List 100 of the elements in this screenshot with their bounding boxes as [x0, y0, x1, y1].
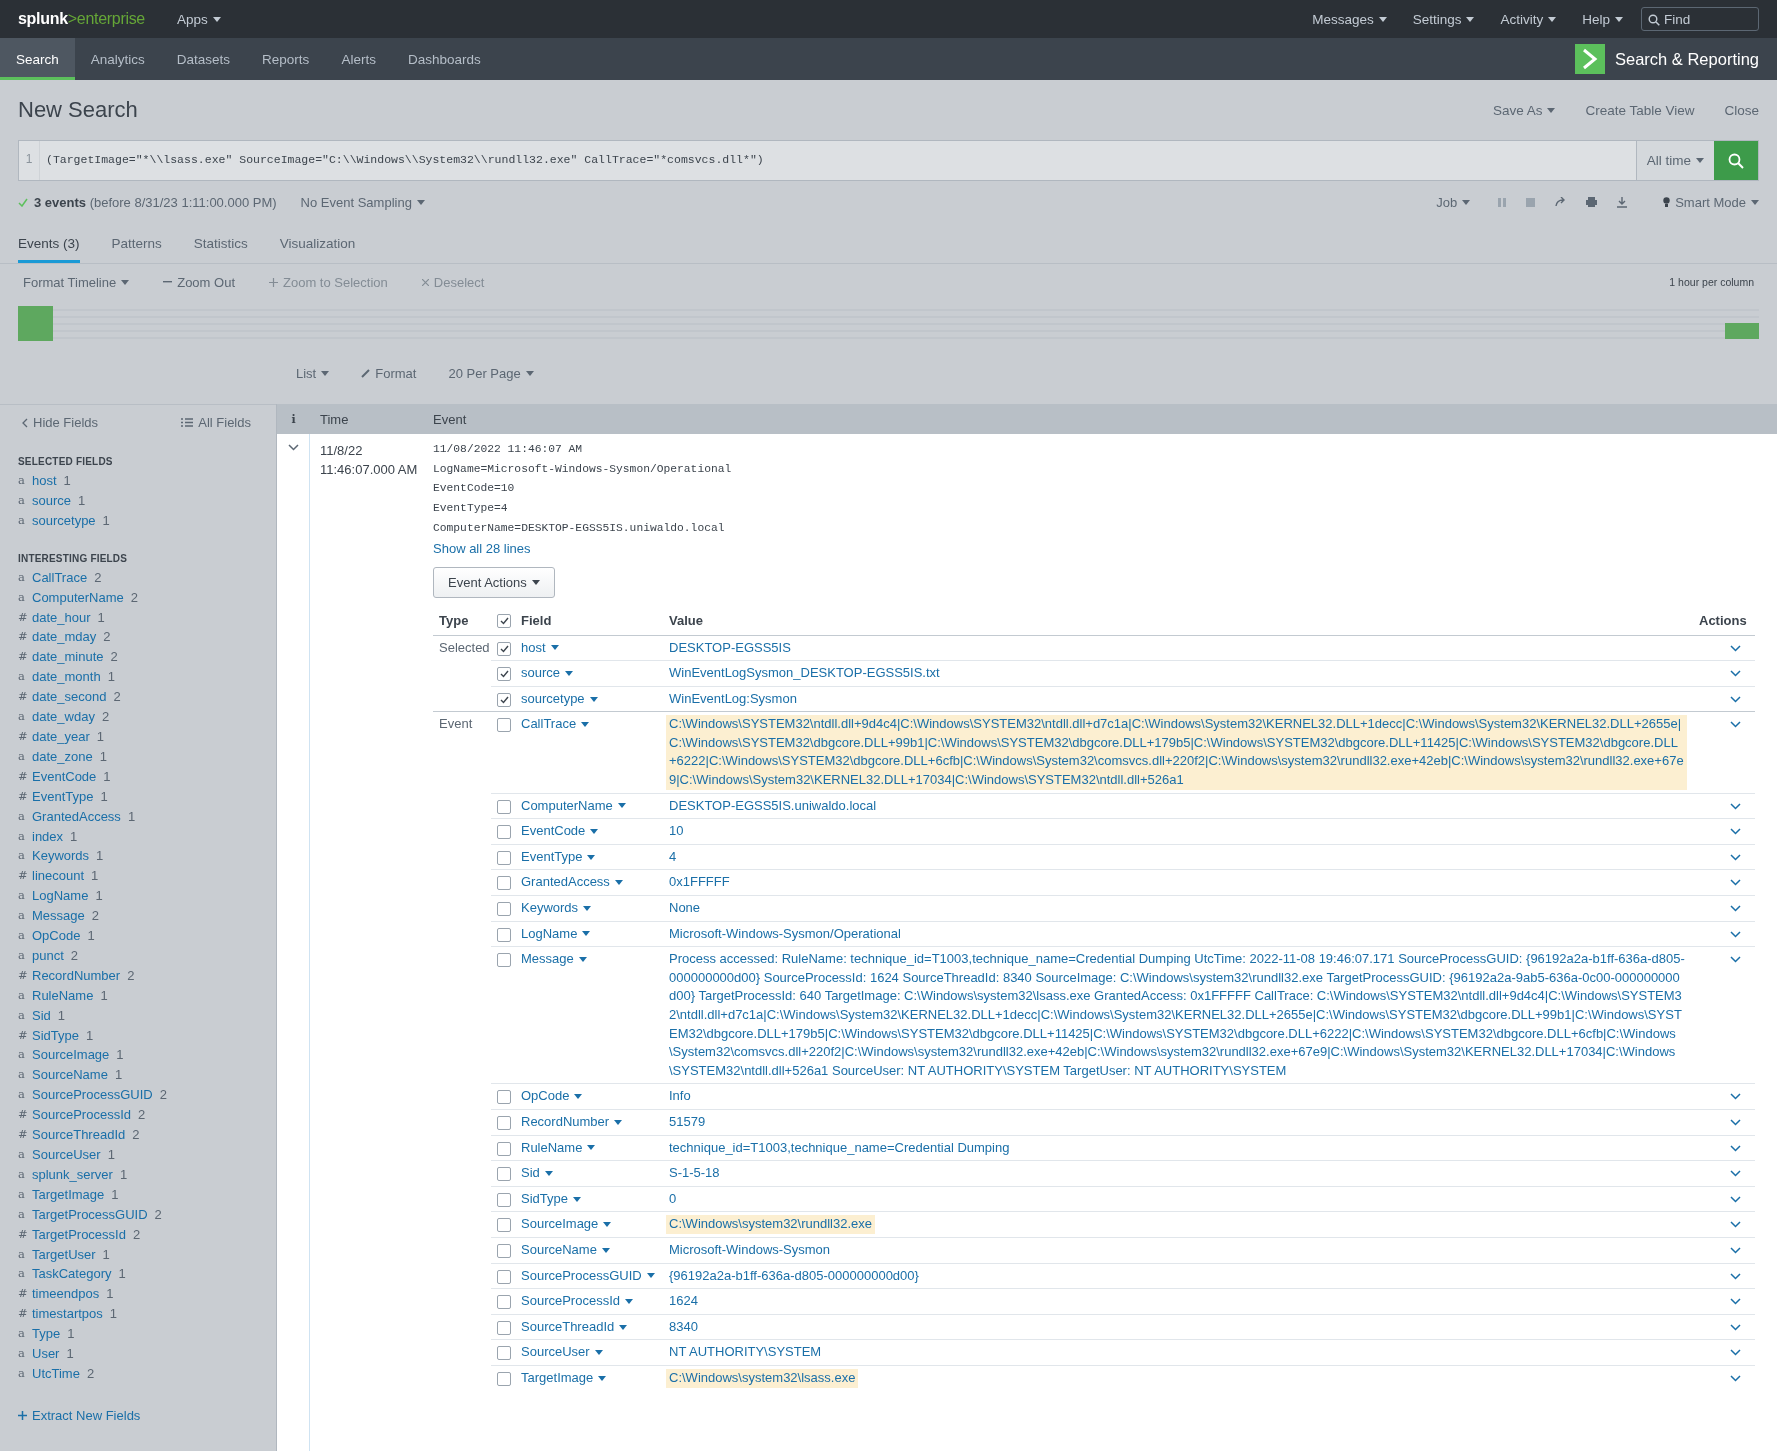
field-value[interactable]: S-1-5-18	[669, 1164, 720, 1183]
download-icon[interactable]	[1617, 196, 1628, 208]
field-link[interactable]: TaskCategory	[32, 1264, 112, 1285]
checkbox[interactable]	[497, 1116, 511, 1130]
job-menu[interactable]: Job	[1436, 194, 1471, 210]
results-tab[interactable]: Visualization	[279, 223, 356, 263]
field-name-menu[interactable]: host	[521, 638, 559, 658]
field-value[interactable]: 4	[669, 847, 677, 867]
field-value[interactable]: DESKTOP-EGSS5IS	[669, 638, 791, 658]
field-link[interactable]: date_zone	[32, 746, 93, 767]
field-value[interactable]: Info	[669, 1087, 691, 1106]
field-name-menu[interactable]: Message	[521, 950, 587, 969]
field-link[interactable]: source	[32, 490, 72, 511]
field-link[interactable]: sourcetype	[32, 510, 96, 531]
checkbox[interactable]	[497, 667, 511, 682]
chevron-down-icon[interactable]	[1730, 956, 1741, 964]
field-value[interactable]: 8340	[669, 1317, 698, 1337]
checkbox[interactable]	[497, 902, 511, 917]
field-value[interactable]: 0x1FFFFF	[669, 873, 730, 893]
field-value[interactable]: DESKTOP-EGSS5IS.uniwaldo.local	[669, 796, 877, 816]
checkbox[interactable]	[497, 1218, 511, 1233]
checkbox[interactable]	[497, 1320, 511, 1335]
chevron-down-icon[interactable]	[1730, 905, 1741, 913]
chevron-down-icon[interactable]	[1730, 695, 1741, 703]
field-link[interactable]: date_wday	[32, 707, 95, 727]
splunk-logo[interactable]: splunk>enterprise	[18, 10, 145, 28]
nav-tab[interactable]: Analytics	[74, 38, 161, 80]
field-link[interactable]: RuleName	[32, 985, 94, 1006]
field-link[interactable]: TargetProcessGUID	[32, 1204, 148, 1225]
chevron-down-icon[interactable]	[1730, 721, 1741, 729]
search-mode-dropdown[interactable]: Smart Mode	[1663, 194, 1759, 210]
checkbox[interactable]	[497, 799, 511, 814]
checkbox[interactable]	[497, 718, 511, 733]
event-actions-button[interactable]: Event Actions	[433, 566, 555, 598]
chevron-down-icon[interactable]	[1730, 1170, 1741, 1178]
chevron-down-icon[interactable]	[1730, 1349, 1741, 1357]
chevron-down-icon[interactable]	[1730, 1221, 1741, 1229]
field-value[interactable]: Microsoft-Windows-Sysmon	[669, 1240, 831, 1260]
header-action[interactable]: Save As	[1492, 102, 1556, 118]
checkbox[interactable]	[497, 1243, 511, 1258]
field-link[interactable]: SourceName	[32, 1065, 108, 1086]
format-timeline-menu[interactable]: Format Timeline	[23, 274, 130, 290]
field-value[interactable]: WinEventLog:Sysmon	[669, 689, 797, 709]
nav-tab[interactable]: Datasets	[160, 38, 247, 80]
field-name-menu[interactable]: ComputerName	[521, 796, 626, 816]
field-link[interactable]: OpCode	[32, 926, 81, 946]
nav-tab[interactable]: Dashboards	[391, 38, 497, 80]
print-icon[interactable]	[1586, 197, 1598, 207]
field-link[interactable]: EventType	[32, 786, 94, 807]
field-link[interactable]: date_mday	[32, 627, 97, 648]
field-name-menu[interactable]: CallTrace	[521, 715, 590, 734]
chevron-down-icon[interactable]	[1730, 644, 1741, 652]
nav-tab[interactable]: Alerts	[325, 38, 392, 80]
chevron-down-icon[interactable]	[1730, 1323, 1741, 1331]
all-fields-button[interactable]: All Fields	[181, 415, 251, 430]
chevron-down-icon[interactable]	[1730, 802, 1741, 810]
field-link[interactable]: User	[32, 1344, 60, 1364]
share-icon[interactable]	[1555, 197, 1567, 207]
field-value[interactable]: 51579	[669, 1113, 706, 1132]
chevron-down-icon[interactable]	[1730, 1119, 1741, 1126]
checkbox[interactable]	[497, 1346, 511, 1361]
chevron-down-icon[interactable]	[1730, 853, 1741, 861]
field-link[interactable]: SourceThreadId	[32, 1125, 126, 1145]
field-value[interactable]: C:\Windows\system32\lsass.exe	[666, 1368, 859, 1388]
field-name-menu[interactable]: EventType	[521, 847, 596, 867]
field-link[interactable]: TargetImage	[32, 1184, 105, 1205]
field-value[interactable]: C:\Windows\system32\rundll32.exe	[666, 1215, 876, 1234]
checkbox[interactable]	[497, 1269, 511, 1284]
field-link[interactable]: timeendpos	[32, 1284, 100, 1305]
checkbox[interactable]	[497, 1090, 511, 1105]
field-value[interactable]: None	[669, 899, 701, 918]
chevron-down-icon[interactable]	[1730, 1093, 1741, 1101]
checkbox[interactable]	[497, 876, 511, 891]
field-name-menu[interactable]: TargetImage	[521, 1368, 607, 1388]
top-menu[interactable]: Help	[1582, 11, 1623, 27]
checkbox[interactable]	[497, 825, 511, 840]
top-menu[interactable]: Settings	[1412, 11, 1475, 27]
field-link[interactable]: Keywords	[32, 846, 90, 867]
field-link[interactable]: LogName	[32, 886, 89, 907]
field-link[interactable]: SourceUser	[32, 1145, 101, 1165]
checkbox[interactable]	[497, 692, 511, 707]
field-value[interactable]: 10	[669, 822, 684, 841]
checkbox[interactable]	[497, 1167, 511, 1182]
header-action[interactable]: Close	[1724, 102, 1759, 118]
chevron-down-icon[interactable]	[1730, 930, 1741, 938]
checkbox[interactable]	[497, 1371, 511, 1386]
field-link[interactable]: SourceProcessId	[32, 1105, 131, 1126]
checkbox[interactable]	[497, 613, 511, 628]
checkbox[interactable]	[497, 953, 511, 968]
field-value[interactable]: technique_id=T1003,technique_name=Credential Dumping	[669, 1138, 1010, 1158]
results-tab[interactable]: Statistics	[193, 223, 248, 263]
field-link[interactable]: splunk_server	[32, 1164, 113, 1185]
results-toolbar-button[interactable]: 20 Per Page	[448, 365, 534, 381]
field-link[interactable]: SidType	[32, 1025, 79, 1046]
field-name-menu[interactable]: SourceName	[521, 1240, 610, 1260]
header-action[interactable]: Create Table View	[1585, 102, 1695, 118]
field-link[interactable]: date_month	[32, 667, 101, 688]
apps-menu[interactable]: Apps	[176, 11, 221, 27]
extract-fields-link[interactable]: Extract New Fields	[18, 1407, 141, 1423]
field-link[interactable]: punct	[32, 945, 64, 966]
